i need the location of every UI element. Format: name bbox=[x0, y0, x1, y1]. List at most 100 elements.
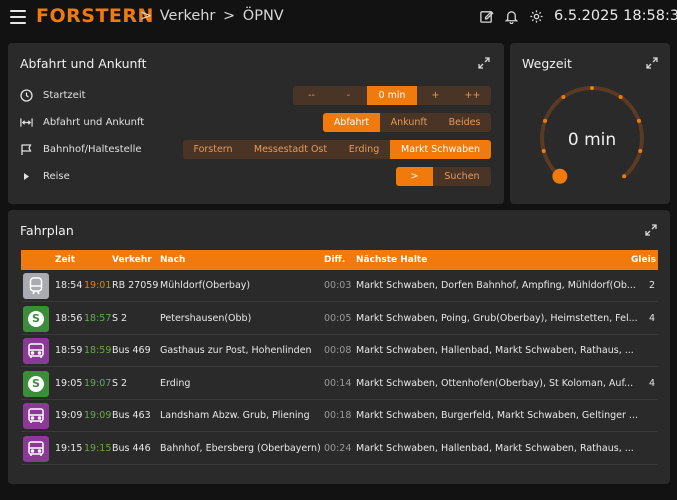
table-row[interactable]: S 19:05 19:07 S 2 Erding 00:14 Markt Schwaben,… bbox=[21, 368, 658, 400]
bus-icon bbox=[23, 435, 49, 462]
destination: Landsham Abzw. Grub, Pliening bbox=[160, 410, 310, 421]
col-diff[interactable]: Diff. bbox=[324, 255, 345, 265]
startzeit-label: Startzeit bbox=[43, 89, 86, 101]
reise-go-button[interactable]: > bbox=[396, 167, 433, 186]
breadcrumb-item-oepnv[interactable]: ÖPNV bbox=[243, 8, 284, 24]
reise-search-button[interactable]: Suchen bbox=[433, 167, 491, 186]
table-row[interactable]: 18:54 19:01 RB 27059 Mühldorf(Oberbay) 00:03… bbox=[21, 270, 658, 302]
haltestelle-option-erding[interactable]: Erding bbox=[338, 140, 390, 159]
startzeit-option-zero[interactable]: 0 min bbox=[367, 86, 417, 105]
gauge-knob[interactable] bbox=[552, 168, 568, 184]
table-row[interactable]: S 18:56 18:57 S 2 Petershausen(Obb) 00:05 Mark… bbox=[21, 303, 658, 335]
col-gleis[interactable]: Gleis bbox=[631, 255, 656, 265]
line-name: S 2 bbox=[112, 312, 128, 324]
richtung-label: Abfahrt und Ankunft bbox=[43, 116, 145, 128]
actual-time: 18:57 bbox=[84, 312, 112, 324]
track-number: 2 bbox=[649, 280, 656, 291]
col-zeit[interactable]: Zeit bbox=[55, 255, 75, 265]
bus-icon bbox=[23, 338, 49, 364]
reise-label: Reise bbox=[43, 170, 70, 182]
haltestelle-option-markt-schwaben[interactable]: Markt Schwaben bbox=[390, 140, 491, 159]
actual-time: 19:09 bbox=[84, 410, 112, 421]
caret-right-icon bbox=[20, 170, 33, 183]
destination: Erding bbox=[160, 377, 191, 389]
startzeit-option-minus[interactable]: - bbox=[330, 86, 367, 105]
richtung-option-abfahrt[interactable]: Abfahrt bbox=[323, 113, 380, 132]
gauge-tick bbox=[561, 95, 566, 100]
time-diff: 00:05 bbox=[324, 312, 352, 324]
line-name: S 2 bbox=[112, 377, 128, 389]
menu-icon[interactable] bbox=[10, 10, 26, 24]
flag-icon bbox=[20, 143, 33, 156]
next-stops: Markt Schwaben, Ottenhofen(Oberbay), St … bbox=[356, 377, 634, 389]
top-bar: FORSTERN > Verkehr > ÖPNV 6.5.2025 18:58… bbox=[0, 0, 677, 34]
gear-icon[interactable] bbox=[529, 9, 544, 24]
actual-time: 19:07 bbox=[84, 377, 112, 389]
expand-icon[interactable] bbox=[646, 57, 658, 69]
startzeit-option-plus[interactable]: + bbox=[417, 86, 454, 105]
track-number: 4 bbox=[649, 312, 656, 324]
haltestelle-label: Bahnhof/Haltestelle bbox=[43, 143, 142, 155]
breadcrumb-item-verkehr[interactable]: Verkehr bbox=[160, 8, 216, 24]
pencil-icon[interactable] bbox=[479, 9, 494, 24]
startzeit-option-plus-plus[interactable]: ++ bbox=[454, 86, 491, 105]
haltestelle-selector: Forstern Messestadt Ost Erding Markt Sch… bbox=[183, 140, 491, 159]
abfahrt-ankunft-card: Abfahrt und Ankunft Startzeit -- - 0 min… bbox=[8, 43, 504, 204]
fahrplan-table: Zeit Verkehr Nach Diff. Nächste Halte Gl… bbox=[21, 250, 658, 465]
haltestelle-row: Bahnhof/Haltestelle bbox=[20, 139, 142, 159]
gauge-tick bbox=[636, 118, 641, 123]
table-header: Zeit Verkehr Nach Diff. Nächste Halte Gl… bbox=[21, 250, 658, 270]
train-icon bbox=[23, 273, 49, 299]
haltestelle-option-forstern[interactable]: Forstern bbox=[183, 140, 243, 159]
arrows-horizontal-icon bbox=[20, 116, 33, 129]
reise-selector: > Suchen bbox=[396, 167, 491, 186]
planned-time: 19:09 bbox=[55, 410, 83, 421]
card-title: Fahrplan bbox=[20, 223, 74, 238]
bell-icon[interactable] bbox=[504, 9, 519, 24]
breadcrumb: > Verkehr > ÖPNV bbox=[140, 8, 284, 24]
col-naechste-halte[interactable]: Nächste Halte bbox=[356, 255, 427, 265]
clock-icon bbox=[20, 88, 33, 102]
time-diff: 00:08 bbox=[324, 345, 352, 356]
startzeit-selector: -- - 0 min + ++ bbox=[293, 86, 491, 105]
destination: Bahnhof, Ebersberg (Oberbayern) bbox=[160, 442, 321, 454]
sbahn-icon: S bbox=[23, 370, 49, 397]
destination: Mühldorf(Oberbay) bbox=[160, 280, 251, 291]
expand-icon[interactable] bbox=[645, 224, 657, 236]
gauge-tick bbox=[622, 174, 627, 179]
table-row[interactable]: 18:59 18:59 Bus 469 Gasthaus zur Post, Hohe… bbox=[21, 335, 658, 367]
reise-row: Reise bbox=[20, 166, 70, 186]
track-number: 4 bbox=[649, 377, 656, 389]
sbahn-icon: S bbox=[23, 305, 49, 332]
gauge-tick bbox=[543, 118, 548, 123]
gauge-value: 0 min bbox=[567, 130, 617, 150]
line-name: Bus 446 bbox=[112, 442, 151, 454]
destination: Petershausen(Obb) bbox=[160, 312, 252, 324]
actual-time: 19:01 bbox=[84, 280, 112, 291]
card-title: Wegzeit bbox=[522, 56, 572, 71]
richtung-option-beides[interactable]: Beides bbox=[438, 113, 491, 132]
richtung-option-ankunft[interactable]: Ankunft bbox=[380, 113, 438, 132]
time-diff: 00:24 bbox=[324, 442, 352, 454]
planned-time: 18:54 bbox=[55, 280, 83, 291]
time-diff: 00:14 bbox=[324, 377, 352, 389]
wegzeit-gauge: 0 min bbox=[528, 78, 656, 190]
col-nach[interactable]: Nach bbox=[160, 255, 185, 265]
col-verkehr[interactable]: Verkehr bbox=[112, 255, 152, 265]
table-row[interactable]: 19:15 19:15 Bus 446 Bahnhof, Ebersberg (Obe… bbox=[21, 433, 658, 465]
startzeit-option-minus-minus[interactable]: -- bbox=[293, 86, 330, 105]
haltestelle-option-messestadt-ost[interactable]: Messestadt Ost bbox=[243, 140, 338, 159]
planned-time: 18:59 bbox=[55, 345, 83, 356]
planned-time: 18:56 bbox=[55, 312, 83, 324]
next-stops: Markt Schwaben, Hallenbad, Markt Schwabe… bbox=[356, 345, 634, 356]
table-row[interactable]: 19:09 19:09 Bus 463 Landsham Abzw. Grub, Pl… bbox=[21, 400, 658, 432]
gauge-tick bbox=[590, 86, 594, 90]
line-name: Bus 463 bbox=[112, 410, 151, 421]
next-stops: Markt Schwaben, Burgerfeld, Markt Schwab… bbox=[356, 410, 638, 421]
line-name: Bus 469 bbox=[112, 345, 151, 356]
expand-icon[interactable] bbox=[478, 57, 490, 69]
next-stops: Markt Schwaben, Poing, Grub(Oberbay), He… bbox=[356, 312, 638, 324]
richtung-selector: Abfahrt Ankunft Beides bbox=[323, 113, 491, 132]
time-diff: 00:03 bbox=[324, 280, 352, 291]
line-name: RB 27059 bbox=[112, 280, 159, 291]
